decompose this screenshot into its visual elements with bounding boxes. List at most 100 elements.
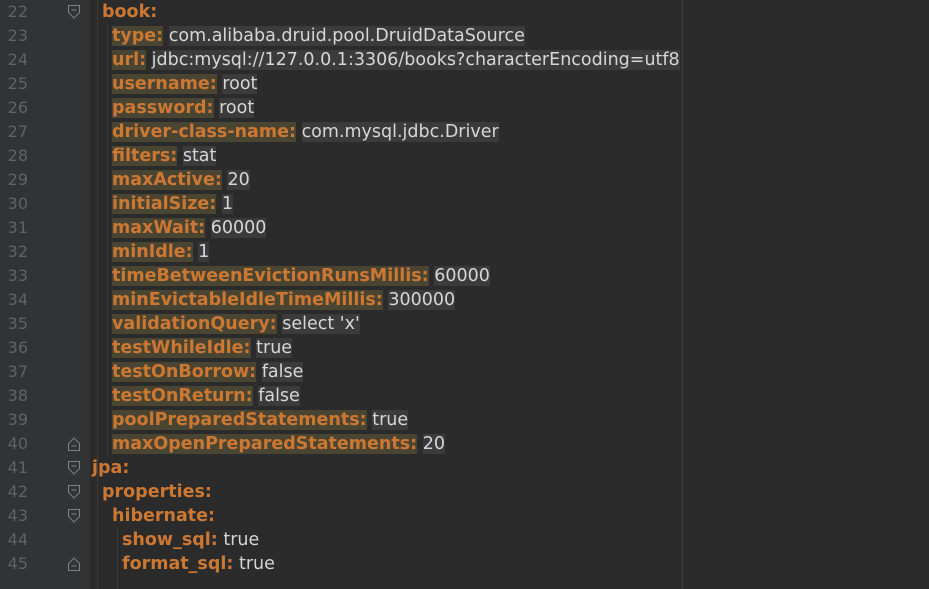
yaml-key: initialSize: — [112, 194, 217, 214]
yaml-value: 300000 — [388, 290, 456, 310]
yaml-value: 60000 — [434, 266, 490, 286]
line-number: 33 — [7, 266, 28, 285]
code-line[interactable]: 23 type: com.alibaba.druid.pool.DruidData… — [0, 24, 929, 48]
line-number: 23 — [7, 26, 28, 45]
yaml-key: format_sql: — [122, 554, 234, 574]
line-number: 22 — [7, 2, 28, 21]
yaml-entry: book: — [102, 0, 157, 24]
code-line[interactable]: 34 minEvictableIdleTimeMillis: 300000 — [0, 288, 929, 312]
yaml-value: root — [219, 98, 255, 118]
code-line[interactable]: 42 properties: — [0, 480, 929, 504]
line-number: 38 — [7, 386, 28, 405]
yaml-key: filters: — [112, 146, 178, 166]
fold-close-icon[interactable] — [67, 556, 81, 572]
yaml-value: true — [256, 338, 293, 358]
yaml-key: driver-class-name: — [112, 122, 296, 142]
yaml-entry: testOnReturn: false — [112, 384, 300, 408]
line-number: 28 — [7, 146, 28, 165]
code-line[interactable]: 31 maxWait: 60000 — [0, 216, 929, 240]
yaml-key: show_sql: — [122, 530, 218, 550]
code-line[interactable]: 39 poolPreparedStatements: true — [0, 408, 929, 432]
yaml-entry: hibernate: — [112, 504, 215, 528]
yaml-value: true — [372, 410, 409, 430]
yaml-key: timeBetweenEvictionRunsMillis: — [112, 266, 429, 286]
code-line[interactable]: 43 hibernate: — [0, 504, 929, 528]
line-number: 26 — [7, 98, 28, 117]
line-number: 44 — [7, 530, 28, 549]
yaml-entry: validationQuery: select 'x' — [112, 312, 360, 336]
yaml-entry: username: root — [112, 72, 258, 96]
line-number: 39 — [7, 410, 28, 429]
yaml-key: username: — [112, 74, 217, 94]
yaml-key: book: — [102, 2, 158, 22]
code-line[interactable]: 36 testWhileIdle: true — [0, 336, 929, 360]
line-number: 41 — [7, 458, 28, 477]
line-number: 30 — [7, 194, 28, 213]
yaml-key: maxOpenPreparedStatements: — [112, 434, 418, 454]
code-line[interactable]: 41 jpa: — [0, 456, 929, 480]
code-line[interactable]: 37 testOnBorrow: false — [0, 360, 929, 384]
yaml-entry: url: jdbc:mysql://127.0.0.1:3306/books?c… — [112, 48, 680, 72]
line-number: 29 — [7, 170, 28, 189]
line-number: 24 — [7, 50, 28, 69]
yaml-key: validationQuery: — [112, 314, 277, 334]
yaml-value: true — [223, 530, 260, 550]
line-number: 43 — [7, 506, 28, 525]
line-number: 32 — [7, 242, 28, 261]
line-number: 36 — [7, 338, 28, 357]
yaml-key: poolPreparedStatements: — [112, 410, 367, 430]
yaml-value: 20 — [422, 434, 445, 454]
code-line[interactable]: 28 filters: stat — [0, 144, 929, 168]
code-line[interactable]: 33 timeBetweenEvictionRunsMillis: 60000 — [0, 264, 929, 288]
code-line[interactable]: 32 minIdle: 1 — [0, 240, 929, 264]
yaml-entry: driver-class-name: com.mysql.jdbc.Driver — [112, 120, 499, 144]
code-line[interactable]: 35 validationQuery: select 'x' — [0, 312, 929, 336]
code-line[interactable]: 29 maxActive: 20 — [0, 168, 929, 192]
yaml-entry: maxActive: 20 — [112, 168, 250, 192]
fold-open-icon[interactable] — [67, 508, 81, 524]
yaml-entry: timeBetweenEvictionRunsMillis: 60000 — [112, 264, 490, 288]
line-number: 42 — [7, 482, 28, 501]
code-line[interactable]: 30 initialSize: 1 — [0, 192, 929, 216]
yaml-key: hibernate: — [112, 506, 215, 526]
yaml-entry: testOnBorrow: false — [112, 360, 304, 384]
yaml-value: root — [222, 74, 258, 94]
code-line[interactable]: 26 password: root — [0, 96, 929, 120]
yaml-key: minEvictableIdleTimeMillis: — [112, 290, 383, 310]
code-line[interactable]: 45 format_sql: true — [0, 552, 929, 576]
code-line[interactable]: 27 driver-class-name: com.mysql.jdbc.Driv… — [0, 120, 929, 144]
line-number: 31 — [7, 218, 28, 237]
yaml-key: type: — [112, 26, 164, 46]
code-line[interactable]: 44 show_sql: true — [0, 528, 929, 552]
yaml-entry: format_sql: true — [122, 552, 275, 576]
yaml-value: 1 — [221, 194, 234, 214]
yaml-entry: maxWait: 60000 — [112, 216, 267, 240]
yaml-entry: minIdle: 1 — [112, 240, 210, 264]
yaml-key: maxWait: — [112, 218, 206, 238]
line-number: 45 — [7, 554, 28, 573]
code-line[interactable]: 24 url: jdbc:mysql://127.0.0.1:3306/books… — [0, 48, 929, 72]
fold-open-icon[interactable] — [67, 484, 81, 500]
code-line[interactable]: 38 testOnReturn: false — [0, 384, 929, 408]
yaml-entry: filters: stat — [112, 144, 217, 168]
yaml-value: 20 — [227, 170, 250, 190]
code-line[interactable]: 25 username: root — [0, 72, 929, 96]
yaml-key: url: — [112, 50, 147, 70]
yaml-value: stat — [182, 146, 217, 166]
yaml-entry: maxOpenPreparedStatements: 20 — [112, 432, 445, 456]
yaml-value: false — [258, 386, 300, 406]
code-line[interactable]: 22 book: — [0, 0, 929, 24]
yaml-entry: minEvictableIdleTimeMillis: 300000 — [112, 288, 456, 312]
yaml-value: select 'x' — [282, 314, 360, 334]
yaml-key: password: — [112, 98, 214, 118]
yaml-entry: properties: — [102, 480, 212, 504]
fold-close-icon[interactable] — [67, 436, 81, 452]
fold-open-icon[interactable] — [67, 460, 81, 476]
code-line[interactable]: 40 maxOpenPreparedStatements: 20 — [0, 432, 929, 456]
yaml-entry: testWhileIdle: true — [112, 336, 293, 360]
line-number: 25 — [7, 74, 28, 93]
yaml-entry: type: com.alibaba.druid.pool.DruidDataSo… — [112, 24, 525, 48]
yaml-key: testWhileIdle: — [112, 338, 251, 358]
fold-open-icon[interactable] — [67, 4, 81, 20]
line-number: 37 — [7, 362, 28, 381]
